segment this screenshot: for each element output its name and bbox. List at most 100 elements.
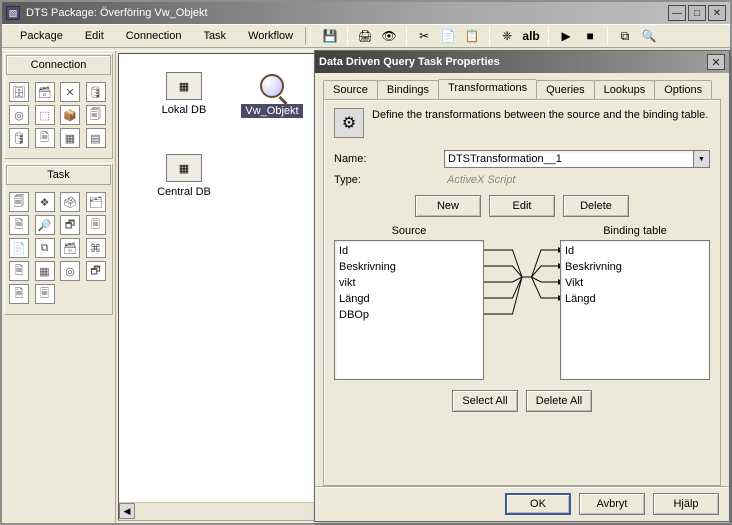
conn-tool-4[interactable]: 🛢 [86, 82, 106, 102]
conn-tool-8[interactable]: 🗐 [86, 105, 106, 125]
canvas-item-central-db[interactable]: ▦ Central DB [149, 154, 219, 198]
zoom-icon[interactable]: 🔍 [638, 26, 660, 46]
task-tool-7[interactable]: 🗗 [60, 215, 80, 235]
run-icon[interactable]: ▶ [555, 26, 577, 46]
task-tool-17[interactable]: 🗎 [9, 284, 29, 304]
task-tool-9[interactable]: 📄 [9, 238, 29, 258]
connection-header[interactable]: Connection [6, 55, 111, 75]
dialog-close-button[interactable]: ✕ [707, 54, 725, 70]
task-tool-12[interactable]: ⌘ [86, 238, 106, 258]
canvas-item-lokal-db[interactable]: ▦ Lokal DB [149, 72, 219, 116]
maximize-button[interactable]: □ [688, 5, 706, 21]
stop-icon[interactable]: ■ [579, 26, 601, 46]
conn-tool-12[interactable]: ▤ [86, 128, 106, 148]
paste-icon[interactable]: 📋 [461, 26, 483, 46]
list-item[interactable]: vikt [339, 275, 479, 291]
task-tool-11[interactable]: 🗃 [60, 238, 80, 258]
conn-tool-3[interactable]: ✕ [60, 82, 80, 102]
source-header: Source [334, 225, 484, 240]
list-item[interactable]: Beskrivning [339, 259, 479, 275]
task-tool-14[interactable]: ▦ [35, 261, 55, 281]
list-item[interactable]: Längd [339, 291, 479, 307]
toolbar: 💾 🖨 👁 ✂ 📄 📋 ❈ alb ▶ ■ ⧉ 🔍 [313, 25, 660, 47]
conn-tool-1[interactable]: 🗄 [9, 82, 29, 102]
chevron-down-icon[interactable]: ▼ [694, 150, 710, 168]
tab-transformations[interactable]: Transformations [438, 79, 537, 99]
tab-bindings[interactable]: Bindings [377, 80, 439, 100]
list-item[interactable]: Id [565, 243, 705, 259]
print-icon[interactable]: 🖨 [354, 26, 376, 46]
task-tool-16[interactable]: 🗗 [86, 261, 106, 281]
conn-tool-6[interactable]: ⬚ [35, 105, 55, 125]
titlebar: ▧ DTS Package: Överföring Vw_Objekt — □ … [2, 2, 730, 24]
delete-button[interactable]: Delete [563, 195, 629, 217]
task-tool-2[interactable]: ❖ [35, 192, 55, 212]
conn-tool-9[interactable]: 🛢 [9, 128, 29, 148]
canvas-item-vw-objekt[interactable]: Vw_Objekt [237, 72, 307, 118]
delete-all-button[interactable]: Delete All [526, 390, 592, 412]
name-row: Name: DTSTransformation__1 ▼ [334, 150, 710, 168]
alb-button[interactable]: alb [520, 26, 542, 46]
tab-lookups[interactable]: Lookups [594, 80, 656, 100]
copy-icon[interactable]: 📄 [437, 26, 459, 46]
task-tool-10[interactable]: ⧉ [35, 238, 55, 258]
description-text: Define the transformations between the s… [372, 108, 708, 122]
task-tool-6[interactable]: 🔎 [35, 215, 55, 235]
task-tool-8[interactable]: 🗏 [86, 215, 106, 235]
save-icon[interactable]: 💾 [319, 26, 341, 46]
task-tool-18[interactable]: 🗏 [35, 284, 55, 304]
edit-button[interactable]: Edit [489, 195, 555, 217]
close-button[interactable]: ✕ [708, 5, 726, 21]
menu-connection[interactable]: Connection [116, 28, 192, 44]
conn-tool-5[interactable]: ◎ [9, 105, 29, 125]
name-label: Name: [334, 153, 444, 165]
database-icon: ▦ [166, 72, 202, 100]
task-tool-4[interactable]: 🗂 [86, 192, 106, 212]
scroll-left-icon[interactable]: ◀ [119, 503, 135, 519]
tree-icon[interactable]: ⧉ [614, 26, 636, 46]
source-column: Source Id Beskrivning vikt Längd DBOp [334, 225, 484, 380]
tab-source[interactable]: Source [323, 80, 378, 100]
cancel-button[interactable]: Avbryt [579, 493, 645, 515]
task-tool-5[interactable]: 🗎 [9, 215, 29, 235]
menubar: Package Edit Connection Task Workflow 💾 … [2, 24, 730, 48]
conn-tool-7[interactable]: 📦 [60, 105, 80, 125]
conn-tool-2[interactable]: 🗃 [35, 82, 55, 102]
cut-icon[interactable]: ✂ [413, 26, 435, 46]
new-button[interactable]: New [415, 195, 481, 217]
alb-glyph-icon[interactable]: ❈ [496, 26, 518, 46]
connection-panel: Connection 🗄 🗃 ✕ 🛢 ◎ ⬚ 📦 🗐 🛢 🗎 ▦ ▤ [4, 53, 113, 159]
tab-options[interactable]: Options [654, 80, 712, 100]
select-buttons: Select All Delete All [334, 390, 710, 412]
menu-task[interactable]: Task [193, 28, 236, 44]
task-tool-15[interactable]: ◎ [60, 261, 80, 281]
list-item[interactable]: Längd [565, 291, 705, 307]
list-item[interactable]: Id [339, 243, 479, 259]
ok-button[interactable]: OK [505, 493, 571, 515]
menu-edit[interactable]: Edit [75, 28, 114, 44]
task-header[interactable]: Task [6, 165, 111, 185]
tab-queries[interactable]: Queries [536, 80, 595, 100]
list-item[interactable]: Vikt [565, 275, 705, 291]
tabs: Source Bindings Transformations Queries … [323, 79, 721, 99]
task-tool-1[interactable]: 🗐 [9, 192, 29, 212]
menu-workflow[interactable]: Workflow [238, 28, 303, 44]
minimize-button[interactable]: — [668, 5, 686, 21]
help-button[interactable]: Hjälp [653, 493, 719, 515]
name-field[interactable]: DTSTransformation__1 [444, 150, 694, 168]
list-item[interactable]: Beskrivning [565, 259, 705, 275]
menu-package[interactable]: Package [10, 28, 73, 44]
select-all-button[interactable]: Select All [452, 390, 518, 412]
binding-listbox[interactable]: Id Beskrivning Vikt Längd [560, 240, 710, 380]
connection-icons: 🗄 🗃 ✕ 🛢 ◎ ⬚ 📦 🗐 🛢 🗎 ▦ ▤ [5, 76, 112, 158]
source-listbox[interactable]: Id Beskrivning vikt Längd DBOp [334, 240, 484, 380]
list-item[interactable]: DBOp [339, 307, 479, 323]
task-tool-13[interactable]: 🗎 [9, 261, 29, 281]
name-combobox[interactable]: DTSTransformation__1 ▼ [444, 150, 710, 168]
conn-tool-11[interactable]: ▦ [60, 128, 80, 148]
gear-icon: ⚙ [334, 108, 364, 138]
preview-icon[interactable]: 👁 [378, 26, 400, 46]
task-tool-3[interactable]: 🗳 [60, 192, 80, 212]
query-icon [254, 72, 290, 100]
conn-tool-10[interactable]: 🗎 [35, 128, 55, 148]
